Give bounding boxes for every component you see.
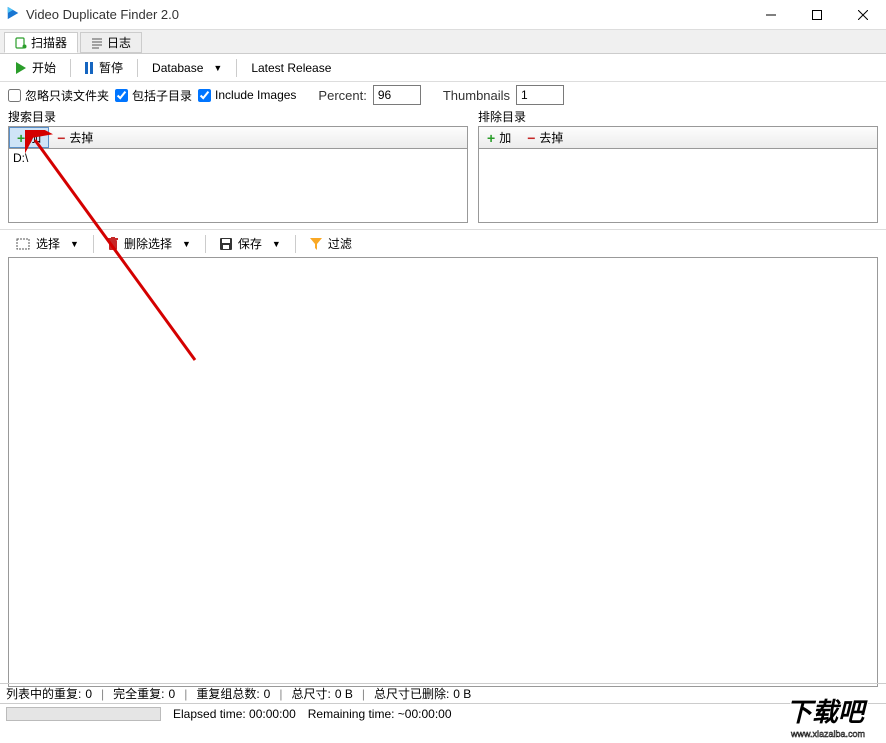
tab-log[interactable]: 日志 xyxy=(80,32,142,53)
latest-release-label: Latest Release xyxy=(251,61,331,75)
include-subdirs-checkbox[interactable]: 包括子目录 xyxy=(115,87,192,104)
percent-input[interactable] xyxy=(373,85,421,105)
toolbar-separator xyxy=(137,59,138,77)
status-size-label: 总尺寸: xyxy=(291,685,330,702)
exclude-dirs-title: 排除目录 xyxy=(478,108,878,125)
scanner-icon xyxy=(15,37,27,49)
pause-label: 暂停 xyxy=(99,59,123,76)
status-groups-value: 0 xyxy=(264,687,271,701)
select-dropdown[interactable]: 选择 ▼ xyxy=(8,231,87,256)
chevron-down-icon: ▼ xyxy=(70,239,79,249)
window-title: Video Duplicate Finder 2.0 xyxy=(26,7,748,22)
search-remove-button[interactable]: −去掉 xyxy=(49,127,101,148)
start-label: 开始 xyxy=(32,59,56,76)
status-duplicates-value: 0 xyxy=(85,687,92,701)
status-complete-label: 完全重复: xyxy=(113,685,164,702)
database-label: Database xyxy=(152,61,203,75)
filter-icon xyxy=(310,238,322,250)
exclude-remove-button[interactable]: −去掉 xyxy=(519,127,571,148)
tab-log-label: 日志 xyxy=(107,34,131,51)
database-dropdown[interactable]: Database ▼ xyxy=(144,57,230,79)
trash-icon xyxy=(108,237,118,250)
status-groups-label: 重复组总数: xyxy=(196,685,259,702)
percent-label: Percent: xyxy=(318,88,366,103)
plus-icon: + xyxy=(487,130,495,146)
chevron-down-icon: ▼ xyxy=(272,239,281,249)
save-dropdown[interactable]: 保存 ▼ xyxy=(212,231,289,256)
status-complete-value: 0 xyxy=(169,687,176,701)
save-icon xyxy=(220,238,232,250)
minus-icon: − xyxy=(527,130,535,146)
thumbnails-label: Thumbnails xyxy=(443,88,510,103)
search-add-button[interactable]: +加 xyxy=(9,127,49,148)
list-item[interactable]: D:\ xyxy=(13,151,463,165)
toolbar-separator xyxy=(236,59,237,77)
log-icon xyxy=(91,37,103,49)
search-dirs-list[interactable]: D:\ xyxy=(8,148,468,223)
status-duplicates-label: 列表中的重复: xyxy=(6,685,81,702)
latest-release-button[interactable]: Latest Release xyxy=(243,57,339,79)
status-size-value: 0 B xyxy=(335,687,353,701)
ignore-readonly-checkbox[interactable]: 忽略只读文件夹 xyxy=(8,87,109,104)
start-button[interactable]: 开始 xyxy=(8,55,64,80)
remaining-time: Remaining time: ~00:00:00 xyxy=(308,707,452,721)
delete-selected-dropdown[interactable]: 删除选择 ▼ xyxy=(100,231,199,256)
plus-icon: + xyxy=(17,130,25,146)
exclude-add-button[interactable]: +加 xyxy=(479,127,519,148)
exclude-dirs-list[interactable] xyxy=(478,148,878,223)
search-dirs-title: 搜索目录 xyxy=(8,108,468,125)
filter-button[interactable]: 过滤 xyxy=(302,231,360,256)
toolbar-separator xyxy=(70,59,71,77)
play-icon xyxy=(16,62,26,74)
select-icon xyxy=(16,238,30,250)
status-deleted-label: 总尺寸已删除: xyxy=(374,685,449,702)
minus-icon: − xyxy=(57,130,65,146)
elapsed-time: Elapsed time: 00:00:00 xyxy=(173,707,296,721)
maximize-button[interactable] xyxy=(794,0,840,30)
tab-scanner[interactable]: 扫描器 xyxy=(4,32,78,53)
tab-scanner-label: 扫描器 xyxy=(31,34,67,51)
app-icon xyxy=(6,6,26,23)
svg-text:www.xiazaiba.com: www.xiazaiba.com xyxy=(790,729,865,739)
include-images-checkbox[interactable]: Include Images xyxy=(198,88,296,102)
chevron-down-icon: ▼ xyxy=(213,63,222,73)
minimize-button[interactable] xyxy=(748,0,794,30)
pause-button[interactable]: 暂停 xyxy=(77,55,131,80)
close-button[interactable] xyxy=(840,0,886,30)
status-deleted-value: 0 B xyxy=(453,687,471,701)
thumbnails-input[interactable] xyxy=(516,85,564,105)
results-list[interactable] xyxy=(8,257,878,687)
pause-icon xyxy=(85,62,93,74)
chevron-down-icon: ▼ xyxy=(182,239,191,249)
progress-bar xyxy=(6,707,161,721)
